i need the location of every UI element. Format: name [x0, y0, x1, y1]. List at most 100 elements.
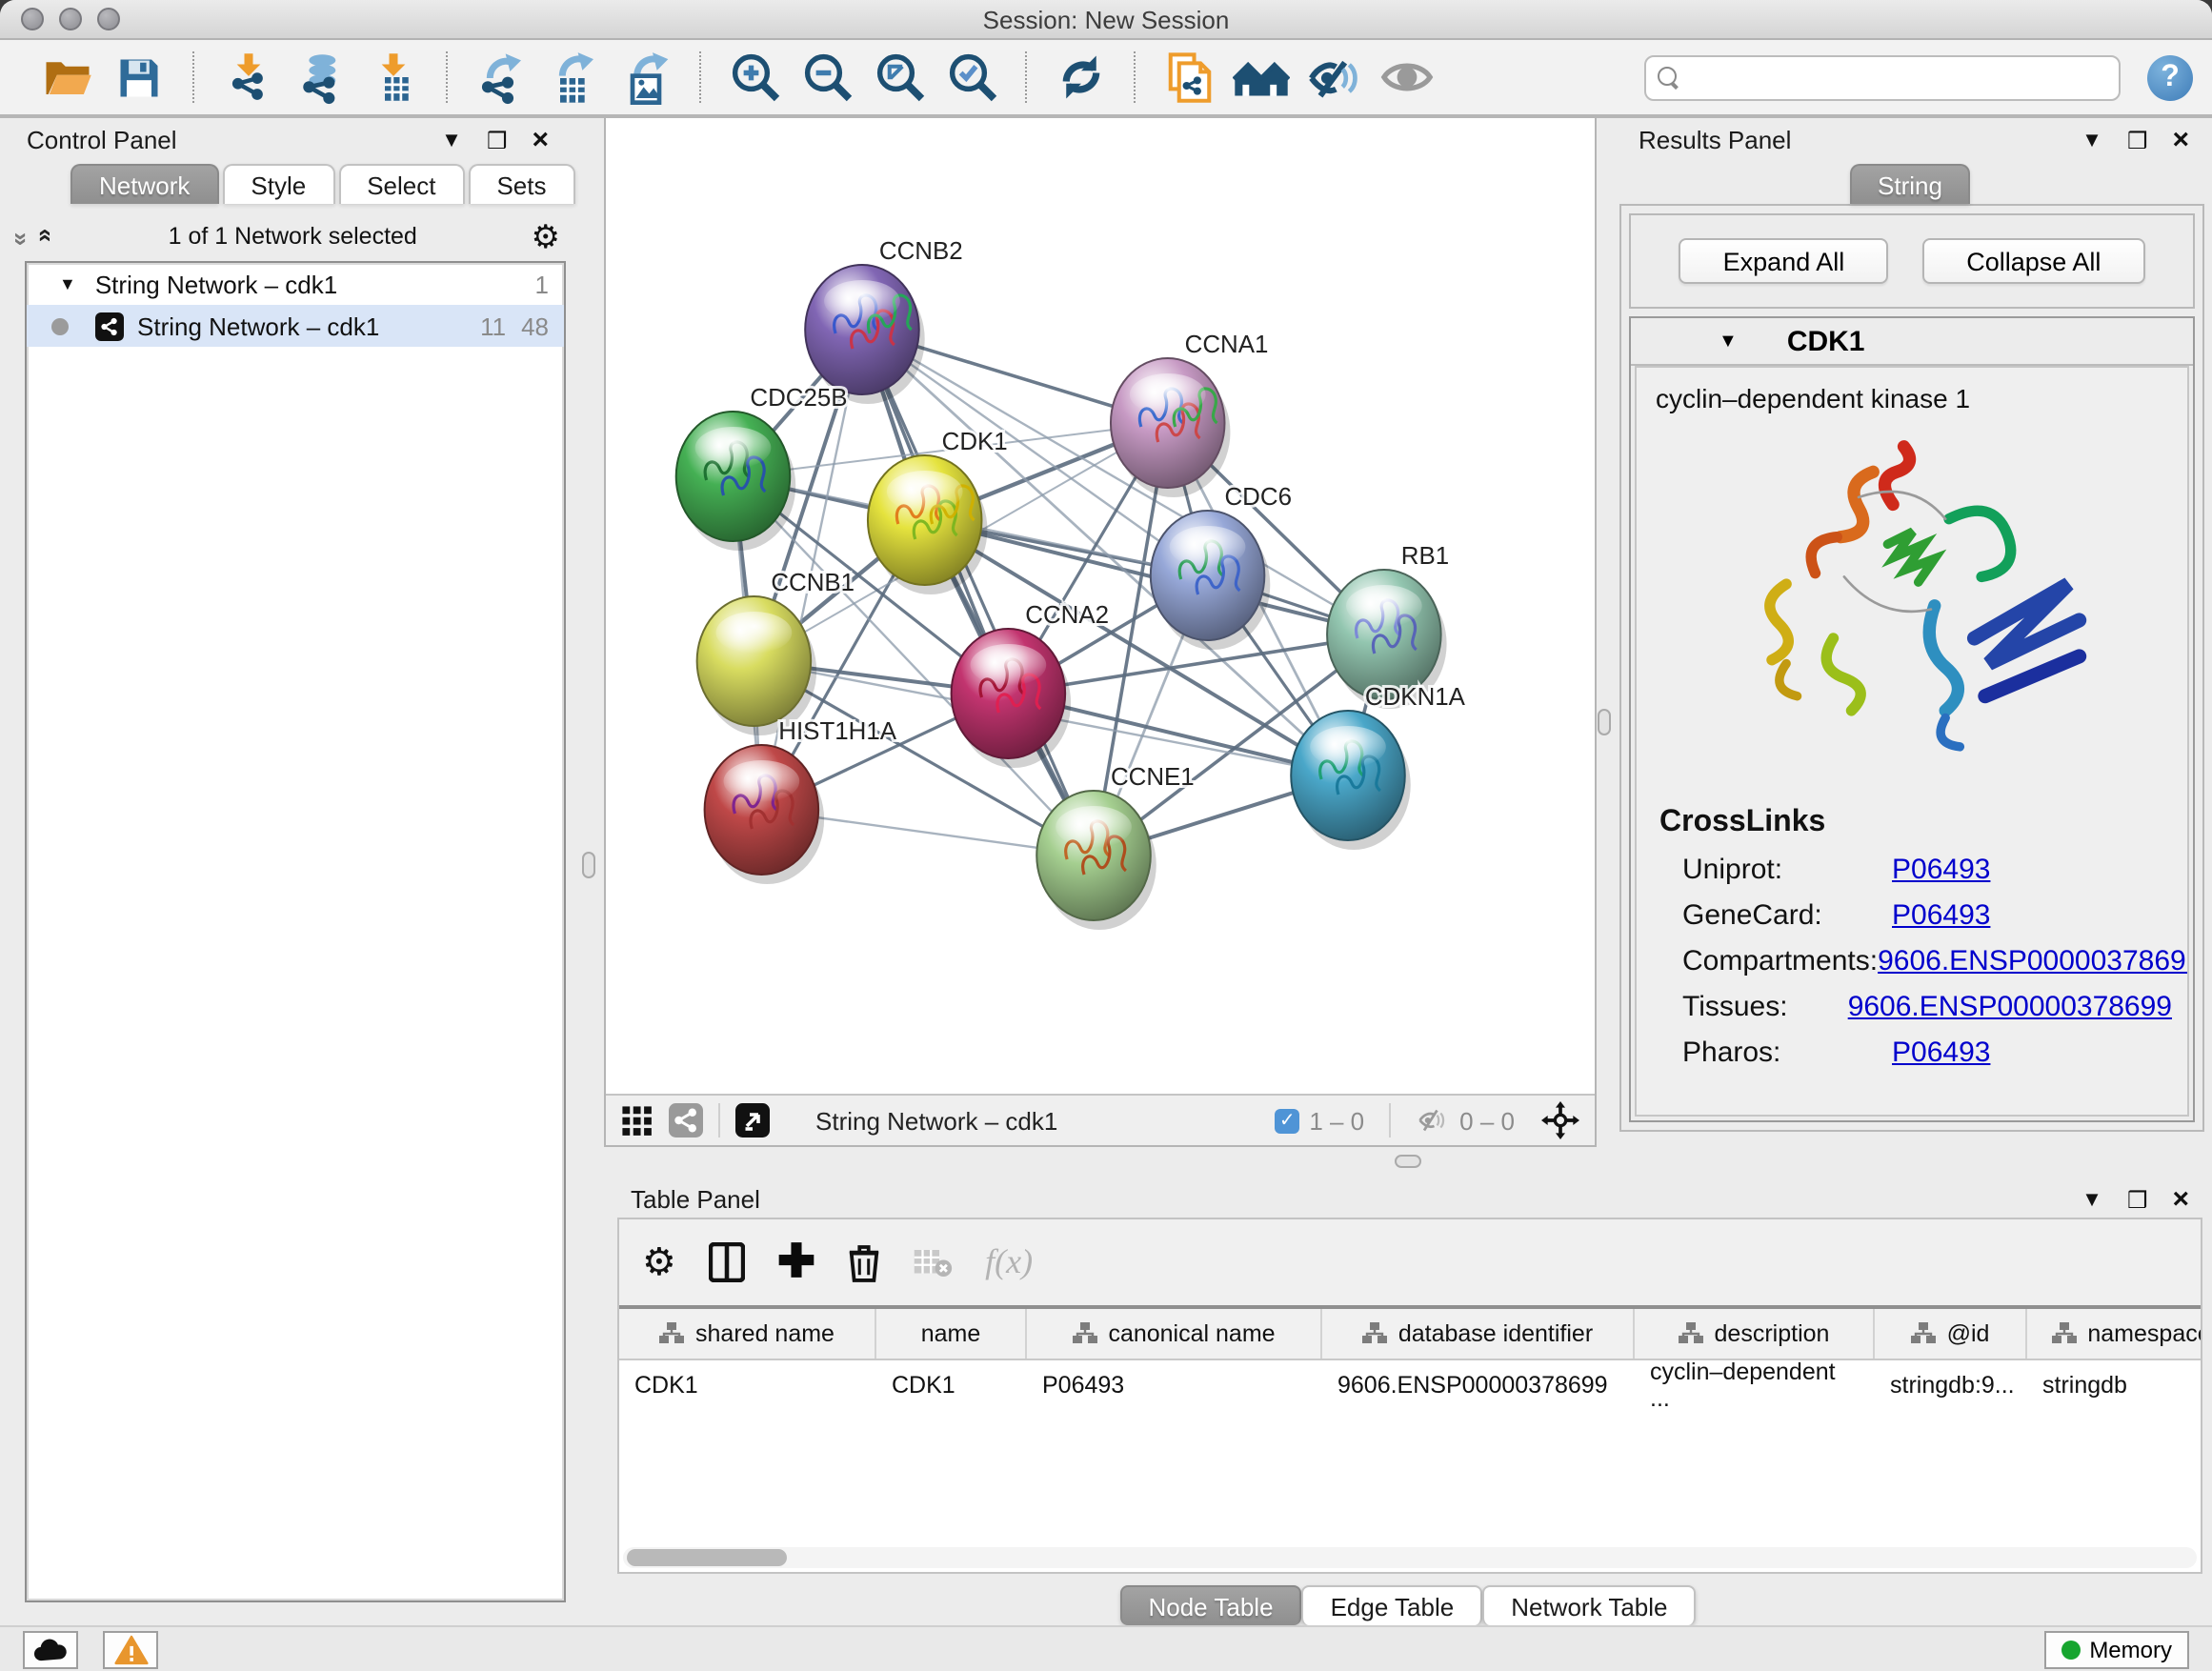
- tab-select[interactable]: Select: [338, 164, 464, 204]
- birds-eye-crosshair-icon[interactable]: [1541, 1101, 1579, 1139]
- toolbar-separator: [699, 51, 701, 103]
- zoom-fit-icon[interactable]: [871, 49, 928, 106]
- preview-eye-icon[interactable]: [1377, 49, 1435, 106]
- collapse-collection-icon[interactable]: ▼: [59, 274, 76, 293]
- collapse-all-button[interactable]: Collapse All: [1922, 238, 2144, 284]
- column-header-name[interactable]: name: [876, 1309, 1027, 1359]
- crosslink-link[interactable]: P06493: [1892, 1037, 1990, 1069]
- refresh-icon[interactable]: [1052, 49, 1109, 106]
- open-in-window-icon[interactable]: [735, 1103, 770, 1137]
- import-network-from-database-icon[interactable]: [292, 49, 349, 106]
- cloud-status-button[interactable]: [23, 1630, 78, 1668]
- scrollbar-thumb[interactable]: [627, 1549, 787, 1566]
- network-node-CCNA1[interactable]: CCNA1: [1111, 332, 1268, 497]
- node-label-CCNA1: CCNA1: [1185, 332, 1269, 358]
- collapse-section-icon[interactable]: ▼: [1719, 331, 1738, 352]
- table-options-gear-icon[interactable]: ⚙: [642, 1243, 676, 1281]
- show-hide-panel-icon[interactable]: [1305, 49, 1362, 106]
- tab-sets[interactable]: Sets: [468, 164, 574, 204]
- zoom-out-icon[interactable]: [798, 49, 855, 106]
- control-panel-float-icon[interactable]: ❒: [487, 127, 508, 153]
- tab-style[interactable]: Style: [222, 164, 334, 204]
- import-table-icon[interactable]: [364, 49, 421, 106]
- network-status-dot: [51, 317, 69, 334]
- table-type-tabs: Node TableEdge TableNetwork Table: [604, 1585, 2212, 1625]
- table-panel-close-icon[interactable]: ×: [2172, 1185, 2189, 1214]
- tab-edge-table[interactable]: Edge Table: [1302, 1585, 1483, 1625]
- splitter-handle[interactable]: [1598, 709, 1611, 735]
- selected-checkbox-icon[interactable]: ✓: [1275, 1108, 1299, 1133]
- network-canvas[interactable]: CCNB2CCNA1CDC25BCDK1CDC6RB1CCNB1CCNA2CDK…: [606, 118, 1595, 1094]
- search-input[interactable]: [1688, 62, 2107, 92]
- table-horizontal-scrollbar[interactable]: [623, 1547, 2197, 1568]
- grid-view-icon[interactable]: [621, 1104, 654, 1137]
- column-header-description[interactable]: description: [1635, 1309, 1875, 1359]
- expand-all-button[interactable]: Expand All: [1679, 238, 1889, 284]
- table-panel-menu-icon[interactable]: ▼: [2081, 1188, 2102, 1211]
- return-to-gallery-icon[interactable]: [1233, 49, 1290, 106]
- splitter-handle[interactable]: [1395, 1155, 1421, 1168]
- tab-network-table[interactable]: Network Table: [1482, 1585, 1696, 1625]
- column-header-namespace[interactable]: namespace: [2027, 1309, 2201, 1359]
- crosslink-link[interactable]: P06493: [1892, 854, 1990, 886]
- column-header-canonical-name[interactable]: canonical name: [1027, 1309, 1322, 1359]
- crosslink-link[interactable]: 9606.ENSP00000378699: [1878, 945, 2189, 977]
- column-header--id[interactable]: @id: [1875, 1309, 2027, 1359]
- left-splitter[interactable]: [572, 118, 604, 1625]
- zoom-in-icon[interactable]: [726, 49, 783, 106]
- table-cell[interactable]: stringdb: [2027, 1360, 2201, 1410]
- network-node-CCNB2[interactable]: CCNB2: [805, 238, 962, 404]
- export-image-icon[interactable]: [617, 49, 674, 106]
- table-cell[interactable]: CDK1: [619, 1360, 876, 1410]
- network-node-HIST1H1A[interactable]: HIST1H1A: [705, 718, 897, 884]
- delete-column-trash-icon[interactable]: [848, 1243, 880, 1281]
- network-collection-row[interactable]: ▼ String Network – cdk1 1: [27, 263, 564, 305]
- import-network-icon[interactable]: [219, 49, 276, 106]
- memory-button[interactable]: Memory: [2043, 1630, 2189, 1668]
- show-columns-icon[interactable]: [709, 1242, 745, 1282]
- crosslink-row: Tissues:9606.ENSP00000378699: [1682, 991, 2172, 1023]
- open-session-icon[interactable]: [38, 49, 95, 106]
- tab-network[interactable]: Network: [70, 164, 218, 204]
- zoom-selected-icon[interactable]: [943, 49, 1000, 106]
- add-column-icon[interactable]: ✚: [777, 1243, 815, 1281]
- toolbar-search[interactable]: [1644, 54, 2121, 100]
- network-row-selected[interactable]: String Network – cdk1 11 48: [27, 305, 564, 347]
- horizontal-splitter[interactable]: [604, 1147, 2212, 1178]
- collapse-tree-icon[interactable]: »: [30, 232, 58, 241]
- network-edge[interactable]: [862, 330, 1094, 856]
- network-node-CDK1[interactable]: CDK1: [868, 429, 1008, 594]
- network-list-options-gear-icon[interactable]: ⚙: [532, 220, 561, 252]
- right-splitter[interactable]: [1597, 118, 1612, 1147]
- table-cell[interactable]: stringdb:9...: [1875, 1360, 2027, 1410]
- share-document-icon[interactable]: [1160, 49, 1217, 106]
- column-header-shared-name[interactable]: shared name: [619, 1309, 876, 1359]
- export-network-icon[interactable]: [473, 49, 530, 106]
- table-row[interactable]: CDK1CDK1P064939606.ENSP00000378699cyclin…: [619, 1360, 2201, 1410]
- control-panel-menu-icon[interactable]: ▼: [441, 129, 462, 151]
- control-panel-close-icon[interactable]: ×: [532, 126, 549, 154]
- splitter-handle[interactable]: [581, 852, 594, 878]
- crosslink-link[interactable]: 9606.ENSP00000378699: [1848, 991, 2172, 1023]
- help-icon[interactable]: ?: [2147, 54, 2193, 100]
- column-header-database-identifier[interactable]: database identifier: [1322, 1309, 1635, 1359]
- network-node-CDKN1A[interactable]: CDKN1A: [1291, 684, 1465, 850]
- results-panel-close-icon[interactable]: ×: [2172, 126, 2189, 154]
- table-panel-float-icon[interactable]: ❒: [2127, 1186, 2148, 1213]
- results-panel-float-icon[interactable]: ❒: [2127, 127, 2148, 153]
- export-table-icon[interactable]: [545, 49, 602, 106]
- toolbar-separator: [718, 1103, 720, 1137]
- network-share-view-icon[interactable]: [669, 1103, 703, 1137]
- results-panel-menu-icon[interactable]: ▼: [2081, 129, 2102, 151]
- tab-string[interactable]: String: [1849, 164, 1971, 204]
- table-cell[interactable]: cyclin–dependent ...: [1635, 1360, 1875, 1410]
- warning-status-button[interactable]: [103, 1630, 158, 1668]
- table-cell[interactable]: CDK1: [876, 1360, 1027, 1410]
- tab-node-table[interactable]: Node Table: [1119, 1585, 1301, 1625]
- table-cell[interactable]: P06493: [1027, 1360, 1322, 1410]
- save-session-icon[interactable]: [111, 49, 168, 106]
- table-cell[interactable]: 9606.ENSP00000378699: [1322, 1360, 1635, 1410]
- crosslink-link[interactable]: P06493: [1892, 899, 1990, 932]
- network-node-CCNB1[interactable]: CCNB1: [697, 570, 855, 735]
- gene-section-header[interactable]: ▼ CDK1: [1631, 318, 2193, 366]
